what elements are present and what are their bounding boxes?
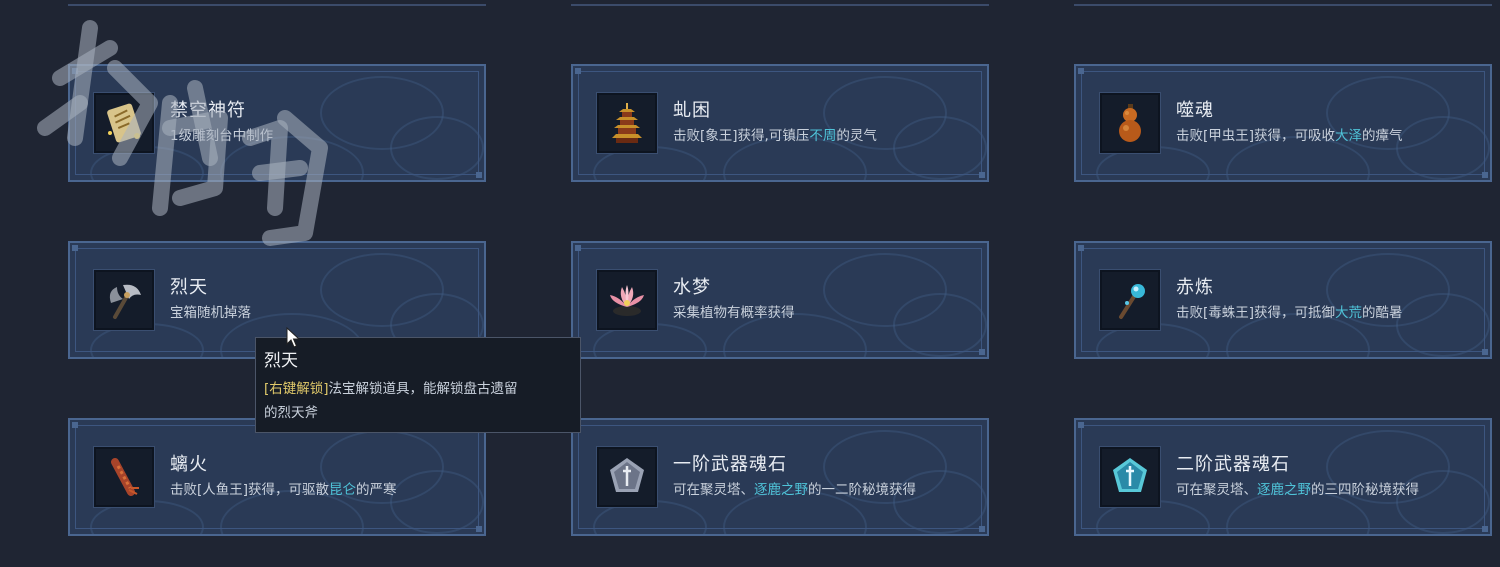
- description-text: 的灵气: [836, 128, 877, 144]
- item-card[interactable]: 虬困击败[象王]获得,可镇压不周的灵气: [571, 64, 989, 182]
- item-name: 虬困: [673, 100, 711, 121]
- highlighted-location: 大泽: [1335, 128, 1363, 144]
- item-name: 噬魂: [1176, 100, 1214, 121]
- tooltip-body: [右键解锁]法宝解锁道具，能解锁盘古遗留 的烈天斧: [264, 377, 572, 425]
- cloud-pattern: [823, 253, 947, 327]
- gourd-icon[interactable]: [1099, 92, 1161, 154]
- top-divider: [571, 4, 989, 6]
- item-name: 烈天: [170, 277, 208, 298]
- description-text: 采集植物有概率获得: [673, 305, 795, 321]
- axe-icon[interactable]: [93, 269, 155, 331]
- silver-soulstone-icon[interactable]: [596, 446, 658, 508]
- item-card[interactable]: 禁空神符 1级雕刻台中制作: [68, 64, 486, 182]
- item-name: 螭火: [170, 454, 208, 475]
- item-description: 采集植物有概率获得: [673, 301, 795, 321]
- description-text: 可在聚灵塔、: [1176, 482, 1257, 498]
- item-card[interactable]: 赤炼击败[毒蛛王]获得，可抵御大荒的酷暑: [1074, 241, 1492, 359]
- fire-claw-icon[interactable]: [93, 446, 155, 508]
- description-text: 击败[毒蛛王]获得，可抵御: [1176, 305, 1336, 321]
- item-card[interactable]: 二阶武器魂石可在聚灵塔、逐鹿之野的三四阶秘境获得: [1074, 418, 1492, 536]
- description-text: 1级雕刻台中制作: [170, 128, 274, 144]
- item-description: 击败[甲虫王]获得，可吸收大泽的瘴气: [1176, 124, 1403, 144]
- tooltip-text: 法宝解锁道具，能解锁盘古遗留: [328, 381, 518, 397]
- orb-staff-icon[interactable]: [1099, 269, 1161, 331]
- tooltip-key-hint: [右键解锁]: [264, 381, 329, 397]
- talisman-scroll-icon[interactable]: [93, 92, 155, 154]
- item-name: 水梦: [673, 277, 711, 298]
- item-description: 1级雕刻台中制作: [170, 124, 273, 144]
- item-card[interactable]: 螭火击败[人鱼王]获得，可驱散昆仑的严寒: [68, 418, 486, 536]
- pagoda-icon[interactable]: [596, 92, 658, 154]
- item-name: 二阶武器魂石: [1176, 454, 1290, 475]
- description-text: 击败[象王]获得,可镇压: [673, 128, 810, 144]
- description-text: 的严寒: [356, 482, 397, 498]
- mouse-cursor-icon: [286, 327, 301, 348]
- description-text: 的酷暑: [1362, 305, 1403, 321]
- top-divider: [68, 4, 486, 6]
- item-tooltip: 烈天 [右键解锁]法宝解锁道具，能解锁盘古遗留 的烈天斧: [255, 337, 581, 433]
- item-name: 赤炼: [1176, 277, 1214, 298]
- description-text: 击败[甲虫王]获得，可吸收: [1176, 128, 1336, 144]
- blue-soulstone-icon[interactable]: [1099, 446, 1161, 508]
- item-card[interactable]: 噬魂击败[甲虫王]获得，可吸收大泽的瘴气: [1074, 64, 1492, 182]
- item-card[interactable]: 水梦采集植物有概率获得: [571, 241, 989, 359]
- highlighted-location: 逐鹿之野: [754, 482, 808, 498]
- description-text: 可在聚灵塔、: [673, 482, 754, 498]
- item-description: 击败[象王]获得,可镇压不周的灵气: [673, 124, 877, 144]
- description-text: 的三四阶秘境获得: [1311, 482, 1419, 498]
- highlighted-location: 不周: [809, 128, 837, 144]
- item-description: 击败[毒蛛王]获得，可抵御大荒的酷暑: [1176, 301, 1403, 321]
- item-description: 击败[人鱼王]获得，可驱散昆仑的严寒: [170, 478, 397, 498]
- cloud-pattern: [390, 470, 484, 534]
- highlighted-location: 大荒: [1335, 305, 1363, 321]
- item-name: 禁空神符: [170, 100, 246, 121]
- cloud-pattern: [390, 116, 484, 180]
- highlighted-location: 逐鹿之野: [1257, 482, 1311, 498]
- item-description: 宝箱随机掉落: [170, 301, 251, 321]
- item-description: 可在聚灵塔、逐鹿之野的一二阶秘境获得: [673, 478, 916, 498]
- description-text: 的瘴气: [1362, 128, 1403, 144]
- description-text: 击败[人鱼王]获得，可驱散: [170, 482, 330, 498]
- item-description: 可在聚灵塔、逐鹿之野的三四阶秘境获得: [1176, 478, 1419, 498]
- highlighted-location: 昆仑: [329, 482, 357, 498]
- cloud-pattern: [893, 116, 987, 180]
- lotus-icon[interactable]: [596, 269, 658, 331]
- top-divider: [1074, 4, 1492, 6]
- cloud-pattern: [1396, 293, 1490, 357]
- tooltip-text-2: 的烈天斧: [264, 405, 318, 421]
- cloud-pattern: [893, 293, 987, 357]
- description-text: 的一二阶秘境获得: [808, 482, 916, 498]
- cloud-pattern: [320, 76, 444, 150]
- item-card[interactable]: 一阶武器魂石可在聚灵塔、逐鹿之野的一二阶秘境获得: [571, 418, 989, 536]
- item-name: 一阶武器魂石: [673, 454, 787, 475]
- description-text: 宝箱随机掉落: [170, 305, 251, 321]
- tooltip-title: 烈天: [264, 351, 298, 371]
- treasure-grid-screen: 禁空神符 1级雕刻台中制作 虬困 击败[象王]获得,可镇压不周的灵气 噬魂 击败[甲虫王]…: [0, 0, 1500, 567]
- cloud-pattern: [1396, 116, 1490, 180]
- cloud-pattern: [320, 253, 444, 327]
